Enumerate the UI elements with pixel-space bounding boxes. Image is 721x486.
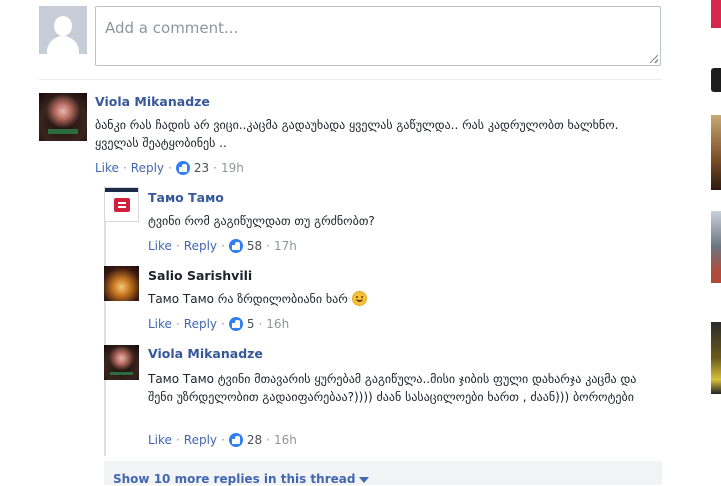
show-more-replies-label[interactable]: Show 10 more replies in this thread <box>113 472 355 486</box>
sidebar-thumbnail[interactable] <box>711 115 721 190</box>
reply-text: Tамо Tамо ტვინი მთავარის ყურებამ გაგიწულ… <box>148 372 637 404</box>
separator: · <box>258 317 263 331</box>
current-user-avatar <box>39 6 87 54</box>
avatar[interactable] <box>39 93 87 141</box>
separator: · <box>175 317 180 331</box>
separator: · <box>175 239 180 253</box>
comment-placeholder: Add a comment... <box>105 19 239 37</box>
sidebar-thumbnail[interactable] <box>711 211 721 283</box>
reply-actions: Like · Reply · 58 · 17h <box>148 239 297 253</box>
avatar[interactable] <box>104 345 139 380</box>
comment-text: ბანკი რას ჩადის არ ვიცი..კაცმა გადაუხადა… <box>95 118 619 150</box>
divider <box>39 79 662 80</box>
reply-actions: Like · Reply · 28 · 16h <box>148 433 297 447</box>
separator: · <box>221 433 225 447</box>
separator: · <box>168 161 172 175</box>
show-more-replies-bar[interactable]: Show 10 more replies in this thread <box>104 461 662 486</box>
separator: · <box>122 161 127 175</box>
like-link[interactable]: Like <box>148 317 172 331</box>
reply-link[interactable]: Reply <box>184 317 217 331</box>
reply-author[interactable]: Viola Mikanadze <box>148 346 263 361</box>
resize-handle-icon[interactable] <box>650 55 658 63</box>
sidebar-thumbnail[interactable] <box>711 0 721 28</box>
reply-text: ტვინი რომ გაგიწულდათ თუ გრძნობთ? <box>148 214 375 228</box>
reply-link[interactable]: Reply <box>184 239 217 253</box>
reply-author[interactable]: Tамо Tамо <box>148 190 224 205</box>
separator: · <box>221 317 225 331</box>
caret-down-icon <box>359 476 370 483</box>
like-count[interactable]: 5 <box>247 317 255 331</box>
avatar[interactable] <box>104 266 139 301</box>
comment-actions: Like · Reply · 23 · 19h <box>95 161 244 175</box>
separator: · <box>266 433 270 447</box>
like-link[interactable]: Like <box>148 239 172 253</box>
separator: · <box>175 433 180 447</box>
show-more-replies-link[interactable]: Show 10 more replies in this thread <box>113 472 370 486</box>
reply-link[interactable]: Reply <box>131 161 164 175</box>
like-count[interactable]: 23 <box>194 161 209 175</box>
reply-text-row: Tамо Tамо რა ზრდილობიანი ხარ <box>148 290 648 308</box>
separator: · <box>221 239 225 253</box>
separator: · <box>266 239 270 253</box>
reply-actions: Like · Reply · 5 · 16h <box>148 317 289 331</box>
reply-text: Tамо Tамо რა ზრდილობიანი ხარ <box>148 292 348 306</box>
like-count-icon[interactable] <box>175 161 190 175</box>
reply-link[interactable]: Reply <box>184 433 217 447</box>
comment-input[interactable]: Add a comment... <box>95 6 661 66</box>
like-link[interactable]: Like <box>95 161 119 175</box>
like-count-icon[interactable] <box>228 239 243 253</box>
separator: · <box>213 161 217 175</box>
like-count[interactable]: 58 <box>247 239 262 253</box>
timestamp[interactable]: 17h <box>274 239 297 253</box>
like-link[interactable]: Like <box>148 433 172 447</box>
timestamp[interactable]: 16h <box>274 433 297 447</box>
reply-author[interactable]: Salio Sarishvili <box>148 268 252 283</box>
smile-emoji-icon <box>351 291 367 306</box>
sidebar-tab[interactable] <box>711 68 721 92</box>
channel-logo-icon <box>113 197 130 212</box>
comment-author[interactable]: Viola Mikanadze <box>95 94 210 109</box>
avatar[interactable] <box>104 187 139 222</box>
like-count-icon[interactable] <box>228 317 243 331</box>
timestamp[interactable]: 19h <box>221 161 244 175</box>
sidebar-thumbnail[interactable] <box>711 322 721 394</box>
reply-thread-line <box>104 186 106 456</box>
timestamp[interactable]: 16h <box>266 317 289 331</box>
like-count[interactable]: 28 <box>247 433 262 447</box>
like-count-icon[interactable] <box>228 433 243 447</box>
